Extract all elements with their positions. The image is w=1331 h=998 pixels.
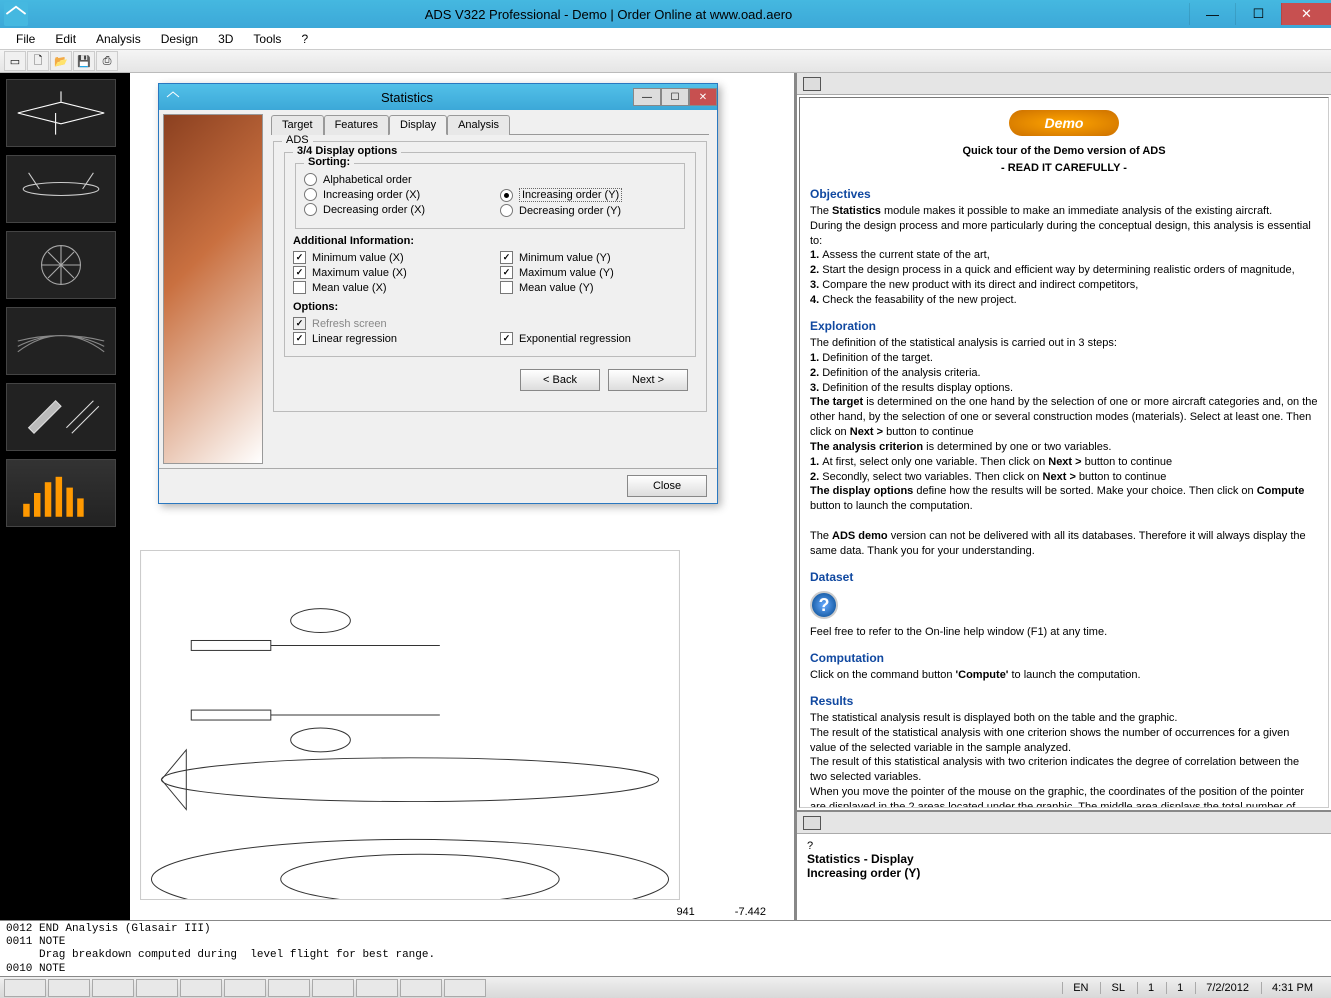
thumb-wireframe[interactable] xyxy=(6,307,116,375)
tray-indicator-1: 1 xyxy=(1137,982,1164,994)
question-icon-2: ? xyxy=(807,840,1321,852)
section-objectives: Objectives xyxy=(810,186,1318,202)
menu-bar: File Edit Analysis Design 3D Tools ? xyxy=(0,28,1331,50)
check-expreg[interactable]: Exponential regression xyxy=(500,331,687,346)
taskbar-app[interactable] xyxy=(4,979,46,997)
thumb-tools[interactable] xyxy=(6,383,116,451)
help-subtitle: - READ IT CAREFULLY - xyxy=(810,161,1318,176)
menu-analysis[interactable]: Analysis xyxy=(88,30,149,48)
radio-inc-y[interactable]: Increasing order (Y) xyxy=(500,187,676,203)
coordinate-readout: 941 -7.442 xyxy=(668,904,774,920)
tab-features[interactable]: Features xyxy=(324,115,389,135)
statistics-dialog: Statistics — ☐ ✕ Target Features Display… xyxy=(158,83,718,504)
help-title: Quick tour of the Demo version of ADS xyxy=(810,144,1318,159)
radio-dec-x[interactable]: Decreasing order (X) xyxy=(304,202,480,217)
window-titlebar: ADS V322 Professional - Demo | Order Onl… xyxy=(0,0,1331,28)
check-mean-y[interactable]: Mean value (Y) xyxy=(500,280,687,295)
thumb-engine[interactable] xyxy=(6,231,116,299)
dialog-preview-image xyxy=(163,114,263,464)
print-icon-2[interactable] xyxy=(803,816,821,830)
main-toolbar: ▭ 🗋 📂 💾 ⎙ xyxy=(0,50,1331,73)
menu-help[interactable]: ? xyxy=(293,30,316,48)
check-refresh: Refresh screen xyxy=(293,316,480,331)
check-min-y[interactable]: Minimum value (Y) xyxy=(500,250,687,265)
tray-indicator-2: 1 xyxy=(1166,982,1193,994)
menu-file[interactable]: File xyxy=(8,30,43,48)
question-icon: ? xyxy=(810,591,838,619)
dialog-icon xyxy=(165,89,181,105)
window-title: ADS V322 Professional - Demo | Order Onl… xyxy=(28,7,1189,22)
check-min-x[interactable]: Minimum value (X) xyxy=(293,250,480,265)
taskbar-app[interactable] xyxy=(224,979,266,997)
menu-tools[interactable]: Tools xyxy=(245,30,289,48)
radio-dec-y[interactable]: Decreasing order (Y) xyxy=(500,203,676,218)
help-content[interactable]: Demo Quick tour of the Demo version of A… xyxy=(799,97,1329,808)
taskbar-app[interactable] xyxy=(444,979,486,997)
taskbar-app[interactable] xyxy=(92,979,134,997)
tray-lang[interactable]: EN xyxy=(1062,982,1098,994)
close-dialog-button[interactable]: Close xyxy=(627,475,707,497)
taskbar-app[interactable] xyxy=(268,979,310,997)
toolbar-open-icon[interactable]: 📂 xyxy=(50,51,72,71)
help-context-sub: Increasing order (Y) xyxy=(807,866,1321,880)
coord-y: -7.442 xyxy=(735,906,766,918)
print-icon[interactable] xyxy=(803,77,821,91)
app-icon xyxy=(4,2,28,26)
toolbar-print-icon[interactable]: ⎙ xyxy=(96,51,118,71)
back-button[interactable]: < Back xyxy=(520,369,600,391)
radio-alpha[interactable]: Alphabetical order xyxy=(304,172,480,187)
tab-display[interactable]: Display xyxy=(389,115,447,135)
check-linreg[interactable]: Linear regression xyxy=(293,331,480,346)
menu-edit[interactable]: Edit xyxy=(47,30,84,48)
tab-target[interactable]: Target xyxy=(271,115,324,135)
section-dataset: Dataset xyxy=(810,569,1318,585)
taskbar: EN SL 1 1 7/2/2012 4:31 PM xyxy=(0,976,1331,998)
taskbar-app[interactable] xyxy=(312,979,354,997)
toolbar-new-icon[interactable]: ▭ xyxy=(4,51,26,71)
next-button[interactable]: Next > xyxy=(608,369,688,391)
tab-analysis[interactable]: Analysis xyxy=(447,115,510,135)
taskbar-app[interactable] xyxy=(400,979,442,997)
menu-3d[interactable]: 3D xyxy=(210,30,241,48)
section-results: Results xyxy=(810,693,1318,709)
check-max-x[interactable]: Maximum value (X) xyxy=(293,265,480,280)
dialog-maximize-button[interactable]: ☐ xyxy=(661,88,689,106)
minimize-button[interactable]: — xyxy=(1189,3,1235,25)
tray-keyboard[interactable]: SL xyxy=(1100,982,1134,994)
taskbar-app[interactable] xyxy=(136,979,178,997)
section-computation: Computation xyxy=(810,650,1318,666)
taskbar-app[interactable] xyxy=(180,979,222,997)
toolbar-doc-icon[interactable]: 🗋 xyxy=(27,51,49,71)
dialog-tabs: Target Features Display Analysis xyxy=(271,114,709,135)
toolbar-save-icon[interactable]: 💾 xyxy=(73,51,95,71)
output-console[interactable]: 0012 END Analysis (Glasair III) 0011 NOT… xyxy=(0,920,1331,976)
taskbar-app[interactable] xyxy=(356,979,398,997)
help-toolbar xyxy=(797,73,1331,95)
tray-date[interactable]: 7/2/2012 xyxy=(1195,982,1259,994)
help-panel: Demo Quick tour of the Demo version of A… xyxy=(796,73,1331,920)
help-bottom-panel: ? Statistics - Display Increasing order … xyxy=(797,810,1331,920)
dialog-minimize-button[interactable]: — xyxy=(633,88,661,106)
demo-badge: Demo xyxy=(1009,110,1119,136)
thumb-aircraft-1[interactable] xyxy=(6,79,116,147)
dialog-title: Statistics xyxy=(181,90,633,105)
close-button[interactable]: ✕ xyxy=(1281,3,1331,25)
check-max-y[interactable]: Maximum value (Y) xyxy=(500,265,687,280)
thumb-chart[interactable] xyxy=(6,459,116,527)
help-context-title: Statistics - Display xyxy=(807,852,1321,866)
coord-x: 941 xyxy=(676,906,694,918)
maximize-button[interactable]: ☐ xyxy=(1235,3,1281,25)
radio-inc-x[interactable]: Increasing order (X) xyxy=(304,187,480,202)
dialog-titlebar[interactable]: Statistics — ☐ ✕ xyxy=(159,84,717,110)
tray-time[interactable]: 4:31 PM xyxy=(1261,982,1323,994)
thumbnail-strip xyxy=(0,73,130,920)
aircraft-drawing xyxy=(140,550,680,900)
menu-design[interactable]: Design xyxy=(153,30,206,48)
check-mean-x[interactable]: Mean value (X) xyxy=(293,280,480,295)
thumb-aircraft-2[interactable] xyxy=(6,155,116,223)
taskbar-app[interactable] xyxy=(48,979,90,997)
dialog-close-button[interactable]: ✕ xyxy=(689,88,717,106)
section-exploration: Exploration xyxy=(810,318,1318,334)
